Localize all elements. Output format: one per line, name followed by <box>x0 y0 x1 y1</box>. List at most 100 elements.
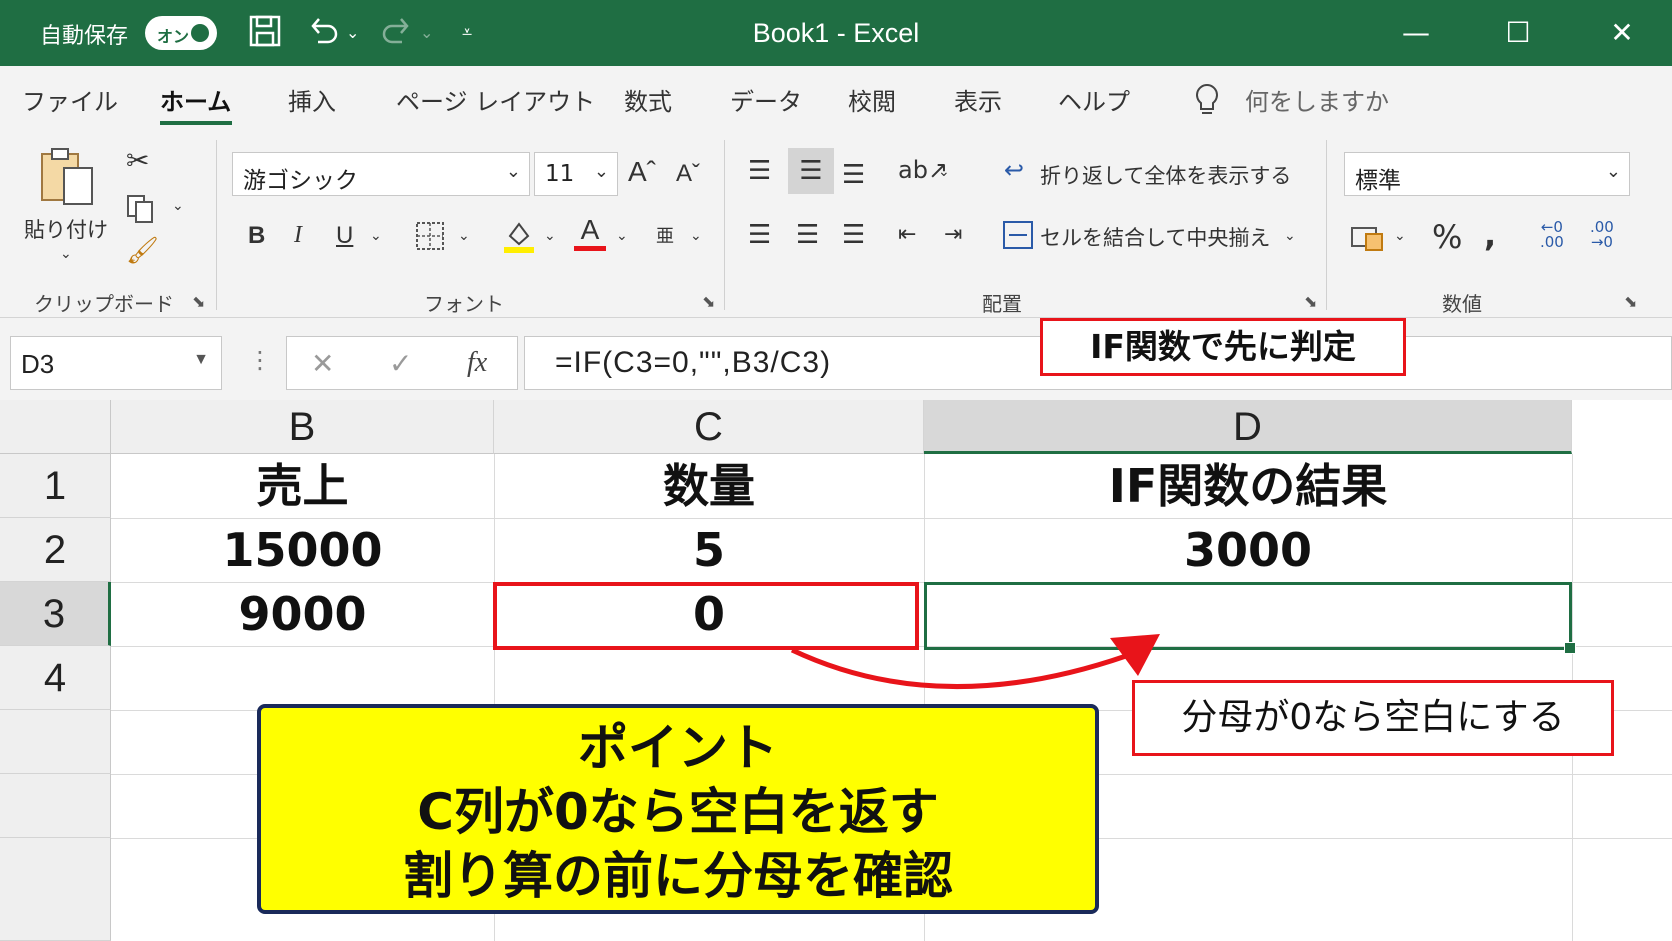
paste-label[interactable]: 貼り付け <box>24 214 108 244</box>
merge-center-label[interactable]: セルを結合して中央揃え <box>1040 222 1270 252</box>
highlight-c3 <box>493 582 919 650</box>
close-icon[interactable]: ✕ <box>1592 12 1652 54</box>
format-painter-icon[interactable]: 🖌 <box>126 236 159 266</box>
accounting-dropdown-icon[interactable]: ⌄ <box>1394 228 1406 244</box>
customize-toolbar-icon[interactable]: ⩡ <box>462 14 472 52</box>
cell-d2[interactable]: 3000 <box>924 518 1572 582</box>
copy-dropdown-icon[interactable]: ⌄ <box>172 198 184 214</box>
increase-decimal-icon[interactable]: ←0.00 <box>1540 220 1564 250</box>
name-box[interactable]: D3 ▼ <box>10 336 222 390</box>
percent-icon[interactable]: % <box>1432 218 1462 256</box>
font-size-combo[interactable]: 11 ⌄ <box>534 152 618 196</box>
increase-font-icon[interactable]: Aˆ <box>628 156 656 188</box>
tab-view[interactable]: 表示 <box>954 82 1002 117</box>
comma-style-icon[interactable]: , <box>1484 216 1496 254</box>
phonetic-dropdown-icon[interactable]: ⌄ <box>690 228 702 244</box>
align-bottom-icon[interactable]: ☰ <box>842 160 865 190</box>
alignment-launcher-icon[interactable]: ⬊ <box>1304 292 1317 311</box>
cell-b2[interactable]: 15000 <box>111 518 494 582</box>
align-center-icon[interactable]: ☰ <box>796 220 819 250</box>
underline-dropdown-icon[interactable]: ⌄ <box>370 228 382 244</box>
row-header-6[interactable] <box>0 774 111 838</box>
orientation-dropdown-icon[interactable]: ⌄ <box>938 164 950 180</box>
undo-icon[interactable] <box>306 14 340 52</box>
column-header-c[interactable]: C <box>494 400 924 454</box>
group-separator <box>724 140 725 310</box>
tab-help[interactable]: ヘルプ <box>1058 82 1130 117</box>
cut-icon[interactable]: ✂ <box>126 144 149 177</box>
minimize-icon[interactable]: — <box>1386 12 1446 54</box>
align-top-icon[interactable]: ☰ <box>748 156 771 186</box>
accounting-format-icon[interactable] <box>1350 222 1384 257</box>
row-header-2[interactable]: 2 <box>0 518 111 582</box>
font-color-icon[interactable]: A <box>574 214 606 251</box>
align-left-icon[interactable]: ☰ <box>748 220 771 250</box>
enter-icon[interactable]: ✓ <box>389 347 412 380</box>
insert-function-icon[interactable]: fx <box>467 347 487 379</box>
decrease-decimal-icon[interactable]: .00 →0 <box>1590 220 1614 250</box>
border-dropdown-icon[interactable]: ⌄ <box>458 228 470 244</box>
point-box: ポイント C列が0なら空白を返す 割り算の前に分母を確認 <box>257 704 1099 914</box>
decrease-font-icon[interactable]: Aˇ <box>676 160 700 188</box>
number-launcher-icon[interactable]: ⬊ <box>1624 292 1637 311</box>
cell-d1[interactable]: IF関数の結果 <box>924 454 1572 518</box>
wrap-text-icon[interactable]: ↩ <box>1004 156 1024 184</box>
decrease-indent-icon[interactable]: ⇤ <box>898 222 916 247</box>
align-right-icon[interactable]: ☰ <box>842 220 865 250</box>
tab-review[interactable]: 校閲 <box>848 82 896 117</box>
tab-home[interactable]: ホーム <box>160 82 231 117</box>
merge-dropdown-icon[interactable]: ⌄ <box>1284 228 1296 244</box>
maximize-icon[interactable]: ☐ <box>1488 12 1548 54</box>
font-launcher-icon[interactable]: ⬊ <box>702 292 715 311</box>
formula-bar-grip-icon[interactable]: ⋮ <box>248 346 272 374</box>
tab-data[interactable]: データ <box>730 82 802 117</box>
increase-indent-icon[interactable]: ⇥ <box>944 222 962 247</box>
blank-if-zero-callout: 分母が0なら空白にする <box>1132 680 1614 756</box>
font-color-dropdown-icon[interactable]: ⌄ <box>616 228 628 244</box>
row-header-7[interactable] <box>0 838 111 941</box>
tab-insert[interactable]: 挿入 <box>288 82 336 117</box>
cell-b1[interactable]: 売上 <box>111 454 494 518</box>
cell-b3[interactable]: 9000 <box>111 582 494 646</box>
row-header-3[interactable]: 3 <box>0 582 111 646</box>
clipboard-launcher-icon[interactable]: ⬊ <box>192 292 205 311</box>
save-icon[interactable] <box>248 14 282 52</box>
underline-icon[interactable]: U <box>336 222 353 250</box>
fill-color-icon[interactable] <box>502 218 536 260</box>
tab-page-layout[interactable]: ページ レイアウト <box>396 82 595 117</box>
tell-me-search[interactable]: 何をしますか <box>1245 82 1389 117</box>
phonetic-icon[interactable]: 亜 <box>656 222 674 248</box>
autosave-state: オン <box>157 27 190 46</box>
column-header-d[interactable]: D <box>924 400 1572 454</box>
fill-dropdown-icon[interactable]: ⌄ <box>544 228 556 244</box>
cell-c2[interactable]: 5 <box>494 518 924 582</box>
bold-icon[interactable]: B <box>248 222 265 250</box>
undo-dropdown-icon[interactable]: ⌄ <box>346 14 359 52</box>
tab-formulas[interactable]: 数式 <box>624 82 672 117</box>
paste-icon[interactable] <box>38 146 98 214</box>
fill-handle[interactable] <box>1564 642 1576 654</box>
number-format-combo[interactable]: 標準 ⌄ <box>1344 152 1630 196</box>
paste-dropdown-icon[interactable]: ⌄ <box>60 246 72 262</box>
cancel-icon[interactable]: ✕ <box>311 347 334 380</box>
tab-file[interactable]: ファイル <box>22 82 118 117</box>
merge-center-icon[interactable] <box>1002 220 1034 256</box>
row-header-4[interactable]: 4 <box>0 646 111 710</box>
select-all-corner[interactable] <box>0 400 111 454</box>
wrap-text-label[interactable]: 折り返して全体を表示する <box>1040 160 1291 190</box>
column-header-b[interactable]: B <box>111 400 494 454</box>
chevron-down-icon: ⌄ <box>593 161 609 182</box>
border-icon[interactable] <box>414 220 446 258</box>
cell-c1[interactable]: 数量 <box>494 454 924 518</box>
if-function-callout: IF関数で先に判定 <box>1040 318 1406 376</box>
row-header-5[interactable] <box>0 710 111 774</box>
chevron-down-icon: ▼ <box>193 351 209 368</box>
ribbon-tabs: ファイル ホーム 挿入 ページ レイアウト 数式 データ 校閲 表示 ヘルプ <box>0 66 1672 128</box>
row-header-1[interactable]: 1 <box>0 454 111 518</box>
autosave-toggle[interactable]: オン <box>145 16 217 50</box>
lightbulb-icon[interactable] <box>1192 82 1222 120</box>
copy-icon[interactable] <box>124 192 156 230</box>
italic-icon[interactable]: I <box>294 222 302 249</box>
align-middle-icon[interactable]: ☰ <box>788 148 834 194</box>
font-name-combo[interactable]: 游ゴシック ⌄ <box>232 152 530 196</box>
